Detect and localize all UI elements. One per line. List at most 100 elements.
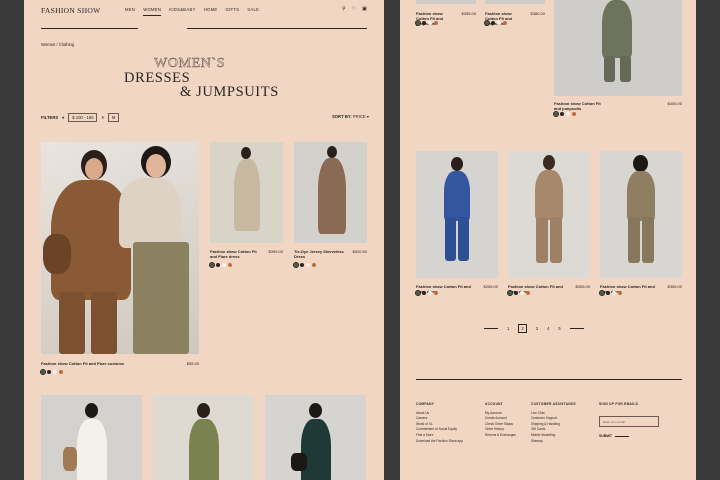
product-image[interactable] — [554, 0, 682, 96]
product-image[interactable] — [600, 151, 682, 278]
swatch[interactable] — [483, 19, 491, 27]
product-image[interactable] — [41, 142, 199, 354]
handbag — [63, 447, 77, 471]
nav-home[interactable]: HOME — [204, 7, 218, 16]
footer-heading: ACCOUNT — [485, 402, 504, 406]
breadcrumb[interactable]: Women / Clothing — [41, 42, 74, 47]
pagination: 1 2 3 4 5 — [484, 324, 584, 333]
swatch[interactable] — [618, 291, 622, 295]
swatch[interactable] — [526, 291, 530, 295]
logo[interactable]: FASHION SHOW — [41, 6, 101, 15]
nav-sale[interactable]: SALE — [247, 7, 259, 16]
swatch[interactable] — [506, 289, 514, 297]
sort-control[interactable]: SORT BY: PRICE ▾ — [332, 114, 369, 119]
chevron-down-icon[interactable]: ▾ — [62, 115, 64, 120]
swatch[interactable] — [228, 263, 232, 267]
swatch[interactable] — [560, 112, 564, 116]
swatch[interactable] — [53, 370, 57, 374]
filters-label[interactable]: FILTERS — [41, 115, 58, 120]
swatch[interactable] — [428, 291, 432, 295]
page-2[interactable]: 2 — [518, 324, 527, 333]
swatch[interactable] — [612, 291, 616, 295]
model-head — [451, 157, 463, 171]
product-image[interactable] — [210, 142, 283, 243]
swatch[interactable] — [312, 263, 316, 267]
product-name[interactable]: Fashion show Cotton Fit and Flare costum… — [41, 361, 161, 366]
product-image[interactable] — [485, 0, 545, 4]
nav-women[interactable]: WOMEN — [143, 7, 162, 16]
email-input[interactable]: Enter your email — [599, 416, 659, 427]
nav-kids-baby[interactable]: KIDS&BABY — [169, 7, 195, 16]
model-head — [241, 147, 251, 159]
swatch[interactable] — [434, 21, 438, 25]
swatch[interactable] — [300, 263, 304, 267]
product-price: $380.00 — [530, 11, 545, 16]
swatch[interactable] — [434, 291, 438, 295]
swatch[interactable] — [422, 291, 426, 295]
color-swatches — [39, 368, 63, 376]
chevron-down-icon: ▾ — [366, 114, 369, 119]
prev-page-arrow[interactable] — [484, 328, 498, 329]
model-head — [327, 146, 337, 158]
swatch[interactable] — [292, 261, 300, 269]
search-icon[interactable]: ⚲ — [342, 6, 346, 12]
swatch[interactable] — [566, 112, 570, 116]
product-name[interactable]: Tie-Dye Jersey Sleeveless Dress — [294, 249, 346, 259]
swatch[interactable] — [306, 263, 310, 267]
page-5[interactable]: 5 — [558, 326, 560, 331]
swatch[interactable] — [414, 19, 422, 27]
swatch[interactable] — [497, 21, 501, 25]
model-leg — [59, 292, 85, 354]
model-leg — [458, 217, 469, 261]
model-jumpsuit — [627, 171, 655, 221]
swatch[interactable] — [414, 289, 422, 297]
swatch[interactable] — [491, 21, 495, 25]
product-image[interactable] — [41, 395, 142, 480]
model-dress — [301, 419, 331, 480]
swatch[interactable] — [216, 263, 220, 267]
product-image[interactable] — [265, 395, 366, 480]
page-4[interactable]: 4 — [547, 326, 549, 331]
nav-gifts[interactable]: GIFTS — [225, 7, 239, 16]
next-page-arrow[interactable] — [569, 328, 584, 329]
product-name[interactable]: Fashion show Cotton Fit and Flare dress — [210, 249, 262, 259]
swatch[interactable] — [59, 370, 63, 374]
swatch[interactable] — [514, 291, 518, 295]
swatch[interactable] — [428, 21, 432, 25]
header-icons: ⚲ ♡ ▣ — [342, 6, 367, 12]
footer-link[interactable]: Sitemap — [531, 439, 576, 445]
heart-icon[interactable]: ♡ — [352, 6, 356, 12]
nav-men[interactable]: MEN — [125, 7, 135, 16]
submit-button[interactable]: SUBMIT — [599, 434, 629, 438]
model-face — [85, 158, 103, 180]
cart-icon[interactable]: ▣ — [362, 6, 367, 12]
swatch[interactable] — [606, 291, 610, 295]
swatch[interactable] — [422, 21, 426, 25]
page-1[interactable]: 1 — [507, 326, 509, 331]
footer-link[interactable]: Returns & Exchanges — [485, 433, 516, 439]
model-leg — [604, 56, 615, 82]
swatch[interactable] — [39, 368, 47, 376]
swatch[interactable] — [598, 289, 606, 297]
footer-customer-assistance: CUSTOMER ASSISTANCE Live Chat Customer S… — [531, 402, 576, 444]
swatch[interactable] — [503, 21, 507, 25]
footer-signup: SIGN UP FOR EMAILS — [599, 402, 638, 411]
product-name[interactable]: Fashion show Cotton Fit and jumpsuits — [554, 101, 604, 111]
model-head — [85, 403, 98, 418]
swatch[interactable] — [572, 112, 576, 116]
product-image[interactable] — [153, 395, 254, 480]
footer-link[interactable]: Download the Fashion Show app — [416, 439, 463, 445]
product-image[interactable] — [508, 151, 590, 278]
product-image[interactable] — [416, 0, 476, 4]
swatch[interactable] — [222, 263, 226, 267]
page-3[interactable]: 3 — [536, 326, 538, 331]
close-icon[interactable]: × — [101, 115, 103, 120]
size-filter[interactable]: M — [107, 113, 120, 122]
swatch[interactable] — [520, 291, 524, 295]
product-image[interactable] — [416, 151, 498, 278]
swatch[interactable] — [47, 370, 51, 374]
price-filter[interactable]: $ 100 - 150 — [68, 113, 98, 122]
product-image[interactable] — [294, 142, 367, 243]
swatch[interactable] — [208, 261, 216, 269]
swatch[interactable] — [552, 110, 560, 118]
